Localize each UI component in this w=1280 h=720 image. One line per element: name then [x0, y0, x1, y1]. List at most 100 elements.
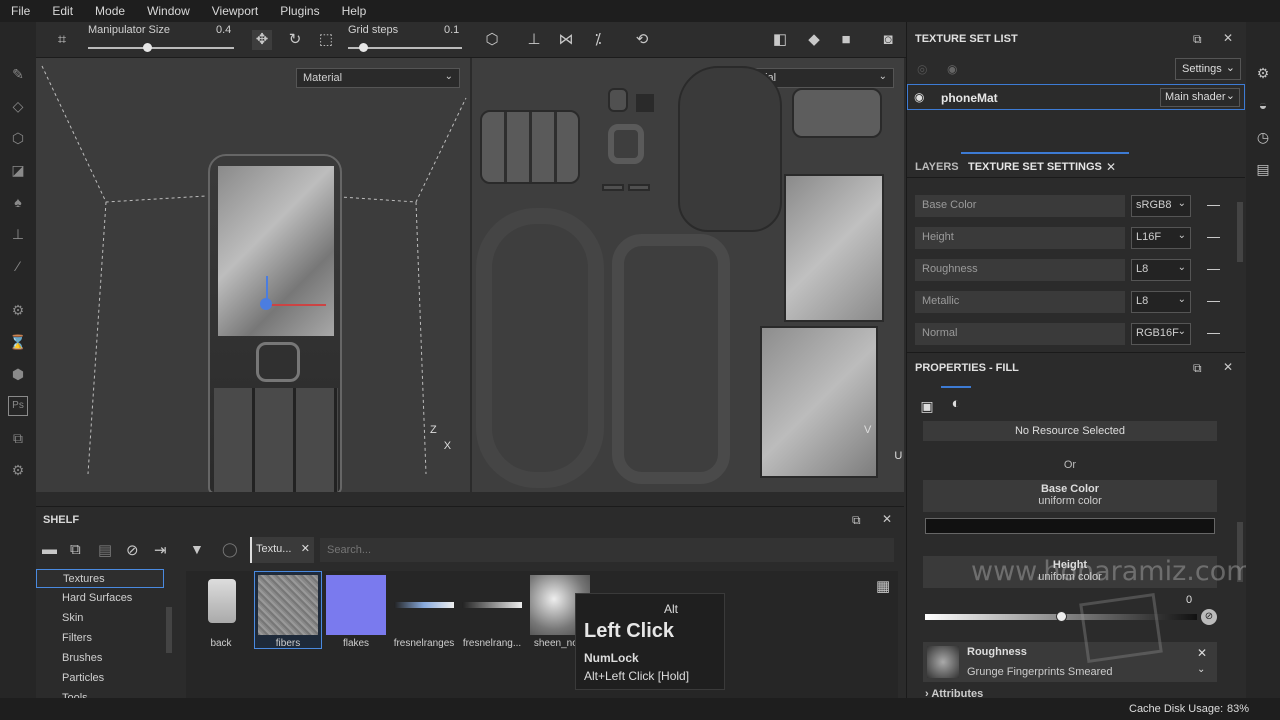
texture-set-settings-button[interactable]: Settings ⌄ — [1175, 58, 1241, 80]
settings-scrollbar[interactable] — [1237, 202, 1243, 262]
folder-icon[interactable]: ▬ — [42, 541, 57, 558]
shelf-item-fresnelranges2-thumbnail[interactable] — [462, 602, 522, 608]
grid-view-icon[interactable]: ▦ — [876, 577, 890, 595]
gizmo[interactable] — [250, 276, 326, 316]
mirror-icon[interactable]: ⋈ — [556, 30, 576, 50]
shelf-item-fresnelranges-thumbnail[interactable] — [394, 602, 454, 608]
menu-help[interactable]: Help — [331, 4, 378, 18]
shelf-category-particles[interactable]: Particles — [36, 669, 164, 688]
hide-icon[interactable]: ⊘ — [126, 541, 139, 559]
filter-tag[interactable]: Textu... ✕ — [250, 537, 314, 563]
gizmo-x-axis[interactable] — [266, 304, 326, 306]
display-settings-icon[interactable]: ⚙ — [1254, 64, 1272, 82]
shelf-category-hard-surfaces[interactable]: Hard Surfaces — [36, 589, 164, 608]
close-icon[interactable]: ✕ — [1197, 646, 1207, 660]
manipulator-size-knob[interactable] — [143, 43, 152, 52]
shelf-category-brushes[interactable]: Brushes — [36, 649, 164, 668]
remove-channel-icon[interactable]: — — [1207, 293, 1220, 308]
history-icon[interactable]: ⟲ — [632, 30, 652, 50]
polygon-fill-icon[interactable]: ◪ — [8, 160, 28, 180]
menu-edit[interactable]: Edit — [41, 4, 84, 18]
history-icon[interactable]: ◷ — [1254, 128, 1272, 146]
shelf-item-flakes-thumbnail[interactable] — [326, 575, 386, 635]
fill-material-icon[interactable]: ▣ — [915, 392, 939, 420]
fill-properties-icon[interactable]: ◐ — [941, 386, 971, 420]
split-view-icon[interactable]: ◧ — [770, 30, 790, 50]
viewport-2d[interactable]: Material ⌄ V U — [472, 58, 904, 492]
display-cube-icon[interactable]: ◆ — [804, 30, 824, 50]
bake-icon[interactable]: ⚙ — [8, 300, 28, 320]
paint-brush-icon[interactable]: ✎ — [8, 64, 28, 84]
base-color-swatch[interactable] — [925, 518, 1215, 534]
clone-stamp-icon[interactable]: ⊥ — [8, 224, 28, 244]
channel-format-select[interactable]: L8 ⌄ — [1131, 259, 1191, 281]
database-icon[interactable]: ▤ — [98, 541, 112, 559]
photoshop-icon[interactable]: Ps — [8, 396, 28, 416]
tab-texture-set-settings[interactable]: TEXTURE SET SETTINGS — [968, 161, 1102, 173]
shader-settings-icon[interactable]: ◒ — [1254, 96, 1272, 114]
iray-icon[interactable]: ⌛ — [8, 332, 28, 352]
undock-icon[interactable]: ⧉ — [852, 513, 861, 528]
menu-window[interactable]: Window — [136, 4, 201, 18]
shelf-search-input[interactable] — [320, 538, 894, 562]
rotate-icon[interactable]: ↻ — [285, 30, 305, 50]
undock-icon[interactable]: ⧉ — [1193, 361, 1202, 376]
remove-channel-icon[interactable]: — — [1207, 325, 1220, 340]
align-icon[interactable]: ⊥ — [524, 30, 544, 50]
tab-layers[interactable]: LAYERS — [915, 161, 959, 173]
close-icon[interactable]: ✕ — [301, 542, 310, 555]
close-icon[interactable]: ✕ — [1106, 160, 1116, 174]
menu-plugins[interactable]: Plugins — [269, 4, 330, 18]
eraser-icon[interactable]: ◇ — [8, 96, 28, 116]
close-icon[interactable]: ✕ — [882, 512, 892, 526]
move-icon[interactable]: ✥ — [252, 30, 272, 50]
remove-channel-icon[interactable]: — — [1207, 261, 1220, 276]
channel-format-select[interactable]: RGB16F ⌄ — [1131, 323, 1191, 345]
shelf-category-scrollbar[interactable] — [166, 607, 172, 653]
plugin-icon[interactable]: ⚙ — [8, 460, 28, 480]
reset-filter-icon[interactable]: ◯ — [222, 541, 238, 558]
camera-icon[interactable]: ■ — [836, 30, 856, 50]
smudge-icon[interactable]: ♠ — [8, 192, 28, 212]
export-icon[interactable]: ⧉ — [8, 428, 28, 448]
no-resource-selected[interactable]: No Resource Selected — [923, 421, 1217, 441]
undock-icon[interactable]: ⧉ — [1193, 32, 1202, 47]
hide-all-icon[interactable]: ◎ — [917, 62, 927, 76]
grid-steps-knob[interactable] — [359, 43, 368, 52]
symmetry-icon[interactable]: ⁒ — [588, 30, 608, 50]
viewport-3d-mode-select[interactable]: Material ⌄ — [296, 68, 460, 88]
shelf-category-skin[interactable]: Skin — [36, 609, 164, 628]
eye-icon[interactable]: ◉ — [947, 62, 957, 76]
texture-set-row[interactable]: ◉ phoneMat Main shader ⌄ — [907, 84, 1245, 110]
scale-icon[interactable]: ⬚ — [316, 30, 336, 50]
new-folder-icon[interactable]: ⧉ — [70, 541, 81, 558]
menu-file[interactable]: File — [0, 4, 41, 18]
height-link-icon[interactable]: ⊘ — [1201, 609, 1217, 625]
manipulator-size-slider[interactable] — [88, 47, 234, 49]
shelf-item-fibers-thumbnail[interactable] — [258, 575, 318, 635]
chevron-down-icon[interactable]: ⌄ — [1197, 664, 1205, 675]
gizmo-center[interactable] — [260, 298, 272, 310]
menu-viewport[interactable]: Viewport — [201, 4, 269, 18]
screenshot-icon[interactable]: ◙ — [878, 30, 898, 50]
remove-channel-icon[interactable]: — — [1207, 197, 1220, 212]
channel-format-select[interactable]: L8 ⌄ — [1131, 291, 1191, 313]
channel-format-select[interactable]: L16F ⌄ — [1131, 227, 1191, 249]
attributes-header[interactable]: › Attributes — [925, 688, 983, 698]
shelf-category-textures[interactable]: Textures — [36, 569, 164, 588]
roughness-section[interactable]: Roughness Grunge Fingerprints Smeared ✕ … — [923, 642, 1217, 682]
shader-select[interactable]: Main shader ⌄ — [1160, 88, 1240, 107]
shelf-category-filters[interactable]: Filters — [36, 629, 164, 648]
phone-3d-model[interactable] — [208, 154, 342, 492]
material-icon[interactable]: ⬢ — [8, 364, 28, 384]
close-icon[interactable]: ✕ — [1223, 360, 1233, 374]
import-icon[interactable]: ⇥ — [154, 541, 167, 559]
filter-icon[interactable]: ▼ — [190, 541, 204, 557]
log-icon[interactable]: ▤ — [1254, 160, 1272, 178]
crop-transform-icon[interactable]: ⌗ — [52, 30, 72, 50]
base-color-section[interactable]: Base Color uniform color — [923, 480, 1217, 512]
close-icon[interactable]: ✕ — [1223, 31, 1233, 45]
channel-format-select[interactable]: sRGB8 ⌄ — [1131, 195, 1191, 217]
height-slider-knob[interactable] — [1056, 611, 1067, 622]
eye-icon[interactable]: ◉ — [914, 90, 924, 104]
